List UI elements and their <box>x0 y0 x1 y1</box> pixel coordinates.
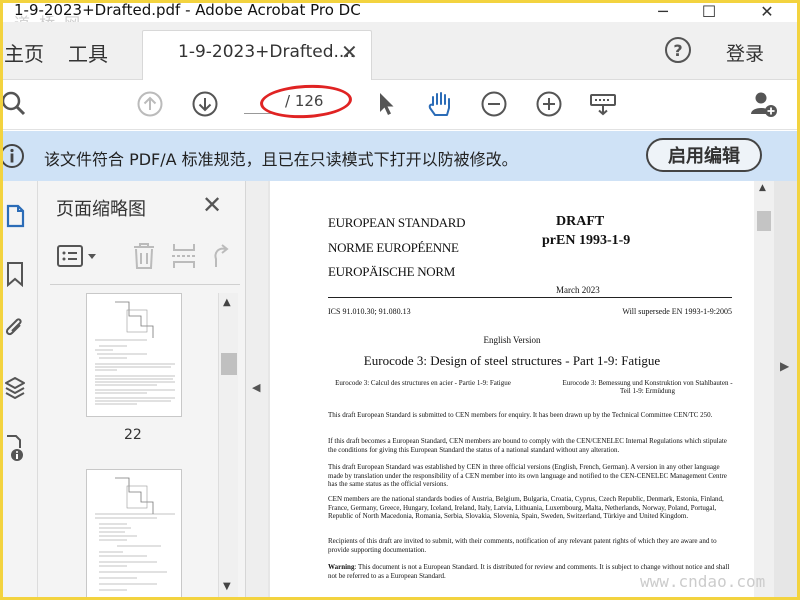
search-icon[interactable] <box>0 88 32 120</box>
draft-label: DRAFT <box>556 214 605 229</box>
thumbnail-toolbar <box>50 239 240 275</box>
paragraph: This draft European Standard was establi… <box>328 463 727 488</box>
panel-collapse-strip[interactable]: ◀ <box>246 181 268 600</box>
highlight-annotation <box>259 82 353 121</box>
scroll-up-icon[interactable]: ▲ <box>759 183 766 193</box>
add-user-icon[interactable] <box>748 88 780 120</box>
document-scrollbar[interactable]: ▲ <box>754 181 774 600</box>
expand-right-panel-icon[interactable]: ▶ <box>780 359 789 373</box>
pdf-page: EUROPEAN STANDARD NORME EUROPÉENNE EUROP… <box>270 181 754 600</box>
document-date: March 2023 <box>556 285 600 295</box>
navigation-rail <box>0 181 38 600</box>
next-page-icon[interactable] <box>189 88 221 120</box>
subtitle-german: Eurocode 3: Bemessung und Konstruktion v… <box>562 379 733 395</box>
tab-tools[interactable]: 工具 <box>68 38 108 67</box>
standard-line-en: EUROPEAN STANDARD <box>328 215 466 230</box>
tab-home[interactable]: 主页 <box>4 38 44 67</box>
divider <box>50 284 240 285</box>
layers-icon[interactable] <box>0 373 30 403</box>
help-icon[interactable]: ? <box>665 37 691 63</box>
maximize-button[interactable]: ☐ <box>686 0 732 22</box>
standard-line-fr: NORME EUROPÉENNE <box>328 240 459 255</box>
thumbnail-scrollbar[interactable]: ▲ ▼ <box>218 293 238 600</box>
close-tab-icon[interactable]: ✕ <box>341 40 358 64</box>
thumbnail-page-23[interactable] <box>86 469 182 600</box>
insert-page-icon[interactable] <box>170 241 198 275</box>
paragraph: CEN members are the national standards b… <box>328 495 724 520</box>
login-button[interactable]: 登录 <box>726 39 764 66</box>
pdfa-info-bar: 该文件符合 PDF/A 标准规范，且已在只读模式下打开以防被修改。 启用编辑 <box>0 131 800 181</box>
zoom-in-icon[interactable] <box>533 88 565 120</box>
toolbar: / 126 <box>0 80 800 130</box>
scrollbar-thumb[interactable] <box>757 211 771 231</box>
close-panel-icon[interactable]: ✕ <box>202 191 222 219</box>
thumbnail-page-number: 22 <box>124 427 142 443</box>
options-menu-icon[interactable] <box>56 243 100 275</box>
delete-page-icon[interactable] <box>130 241 158 275</box>
panel-title: 页面缩略图 <box>56 199 146 220</box>
scroll-up-icon[interactable]: ▲ <box>223 297 231 308</box>
site-watermark: www.cndao.com <box>640 572 766 591</box>
page-thumbnails-icon[interactable] <box>0 201 30 231</box>
info-icon <box>0 143 26 169</box>
rotate-page-icon[interactable] <box>208 241 232 275</box>
info-message: 该文件符合 PDF/A 标准规范，且已在只读模式下打开以防被修改。 <box>44 150 518 169</box>
standard-line-de: EUROPÄISCHE NORM <box>328 264 456 279</box>
scrollbar-thumb[interactable] <box>221 353 237 375</box>
page-thumbnails-panel: 页面缩略图 ✕ 22 ▲ ▼ <box>38 181 246 600</box>
document-view: EUROPEAN STANDARD NORME EUROPÉENNE EUROP… <box>268 181 800 600</box>
collapse-left-icon[interactable]: ◀ <box>252 381 260 394</box>
tab-bar: 主页 工具 1-9-2023+Drafted.... ✕ ? 登录 <box>0 22 800 81</box>
subtitle-french: Eurocode 3: Calcul des structures en aci… <box>335 379 511 387</box>
title-bar: 1-9-2023+Drafted.pdf - Adobe Acrobat Pro… <box>0 0 800 33</box>
paragraph: If this draft becomes a European Standar… <box>328 437 727 454</box>
divider <box>328 297 732 298</box>
bookmark-icon[interactable] <box>0 259 30 289</box>
paragraph: This draft European Standard is submitte… <box>328 411 713 419</box>
scroll-down-icon[interactable]: ▼ <box>223 581 231 592</box>
paragraph: Recipients of this draft are invited to … <box>328 537 717 554</box>
tab-document[interactable]: 1-9-2023+Drafted.... ✕ <box>142 30 372 81</box>
hand-tool-icon[interactable] <box>424 88 456 120</box>
zoom-out-icon[interactable] <box>478 88 510 120</box>
document-title: Eurocode 3: Design of steel structures -… <box>363 353 661 368</box>
close-window-button[interactable]: ✕ <box>744 0 790 22</box>
document-info-icon[interactable] <box>0 433 30 463</box>
minimize-button[interactable]: ─ <box>640 0 686 22</box>
enable-editing-button[interactable]: 启用编辑 <box>646 138 762 172</box>
select-cursor-icon[interactable] <box>370 88 402 120</box>
supersede-note: Will supersede EN 1993-1-9:2005 <box>622 307 732 316</box>
standard-code: prEN 1993-1-9 <box>542 233 631 248</box>
english-version-label: English Version <box>483 335 541 345</box>
attachment-icon[interactable] <box>0 313 30 343</box>
page-display-icon[interactable] <box>587 88 619 120</box>
thumbnail-page-22[interactable] <box>86 293 182 417</box>
tab-document-label: 1-9-2023+Drafted.... <box>178 42 356 62</box>
warning-label: Warning <box>328 563 355 571</box>
previous-page-icon[interactable] <box>134 88 166 120</box>
ics-code: ICS 91.010.30; 91.080.13 <box>328 307 411 316</box>
